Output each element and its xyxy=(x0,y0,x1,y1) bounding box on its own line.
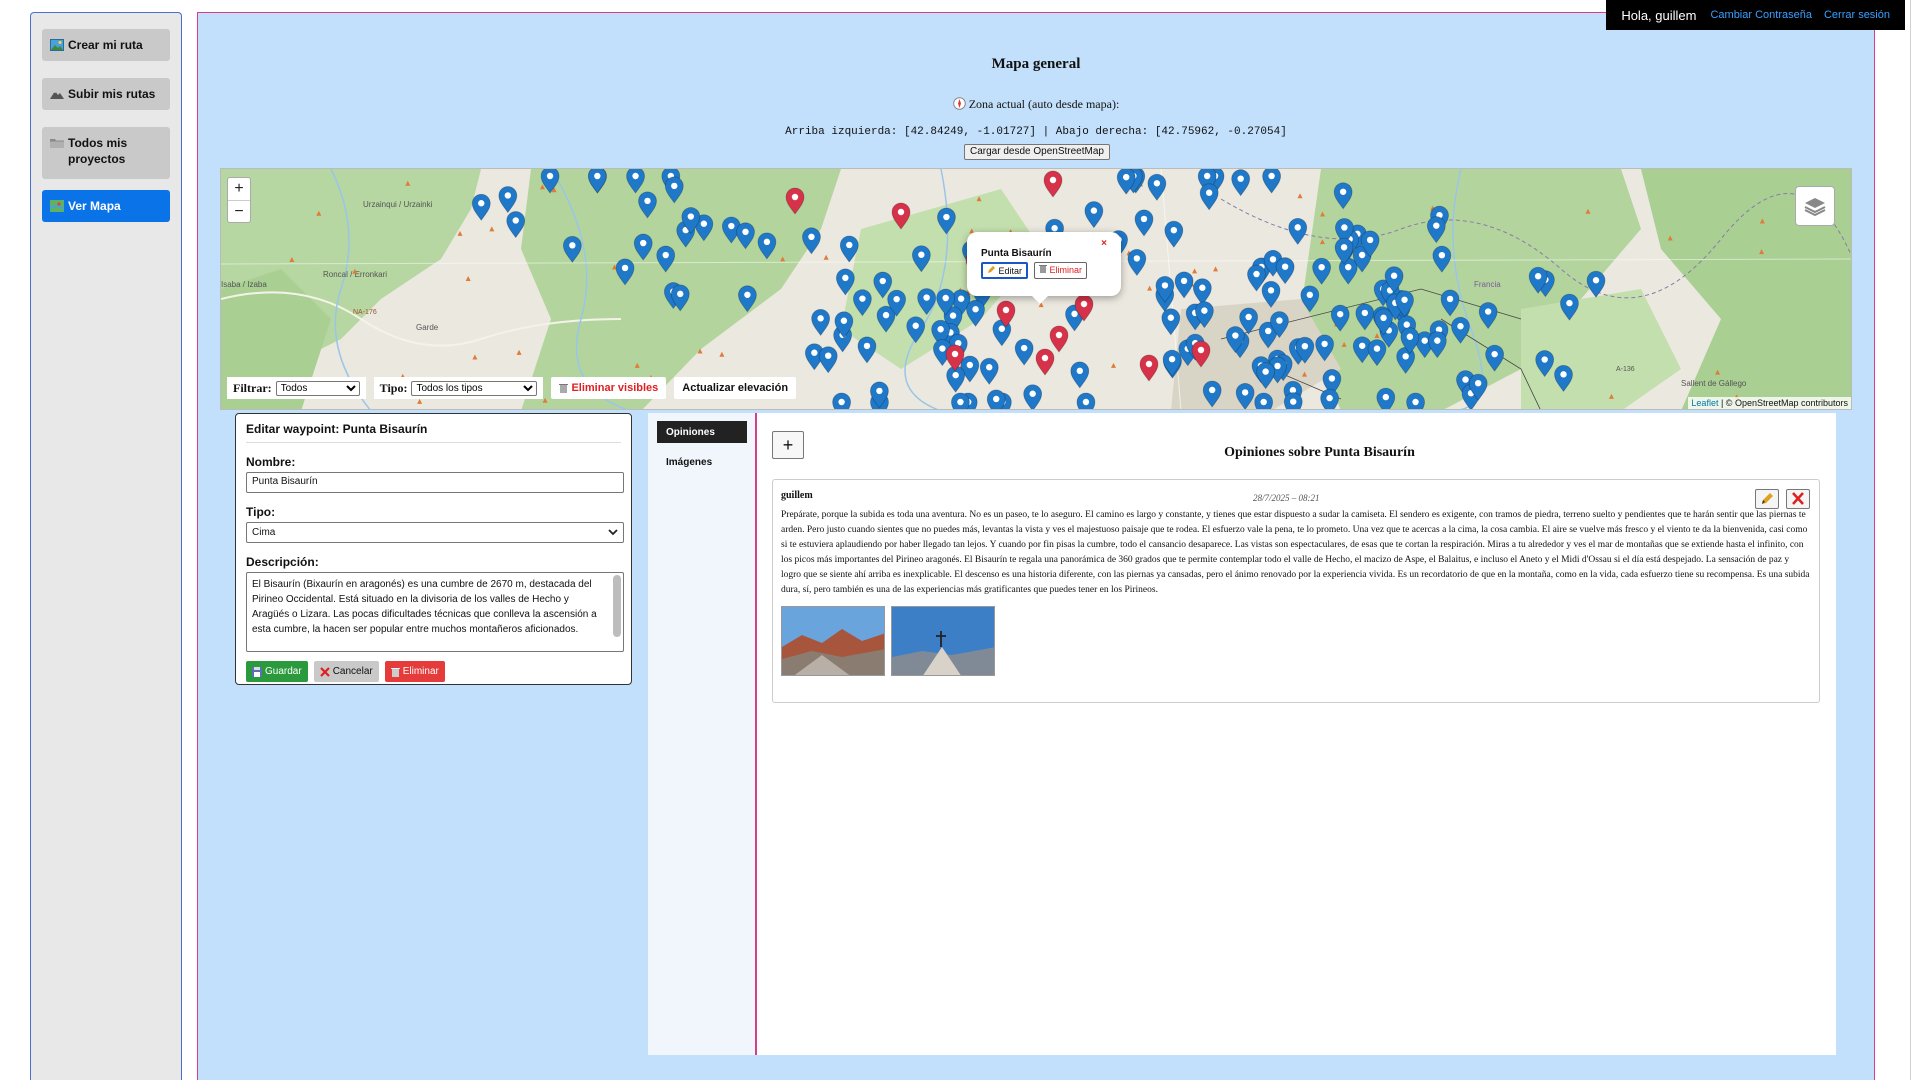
compass-icon xyxy=(952,97,966,110)
pencil-icon xyxy=(1762,493,1773,504)
greeting: Hola, guillem xyxy=(1621,7,1697,23)
trash-icon xyxy=(390,667,400,677)
page-title: Mapa general xyxy=(991,56,1081,72)
delete-opinion-button[interactable] xyxy=(1786,489,1810,509)
opinions-panel: Opiniones Imágenes + Opiniones sobre Pun… xyxy=(648,413,1836,1055)
mountain-photo xyxy=(782,607,884,675)
add-opinion-button[interactable]: + xyxy=(772,431,804,459)
filter-select[interactable]: Todos xyxy=(275,380,360,396)
edit-opinion-button[interactable] xyxy=(1755,489,1779,509)
popup-close-button[interactable]: × xyxy=(1101,238,1107,249)
waypoint-marker[interactable] xyxy=(986,389,1006,410)
opinions-title: Opiniones sobre Punta Bisaurín xyxy=(1224,445,1415,460)
pencil-icon xyxy=(988,266,995,273)
zoom-out-button[interactable]: − xyxy=(228,200,250,222)
opinion-text: Prepárate, porque la subida es toda una … xyxy=(781,510,1810,595)
trash-icon xyxy=(559,384,569,393)
save-button[interactable]: Guardar xyxy=(246,661,308,682)
user-bar: Hola, guillem Cambiar Contraseña Cerrar … xyxy=(1606,0,1905,30)
image-icon xyxy=(50,39,64,51)
map-toolbar: Filtrar: Todos Tipo: Todos los tipos Eli… xyxy=(227,377,797,399)
sidebar-item-upload-routes[interactable]: Subir mis rutas xyxy=(42,78,170,110)
map-place-label: Urzainqui / Urzainki xyxy=(363,200,433,209)
filter-label: Filtrar: xyxy=(233,380,272,395)
popup-edit-button[interactable]: Editar xyxy=(981,262,1029,279)
map-place-label: Sallent de Gállego xyxy=(1681,379,1747,388)
opinion-photo-thumbnail[interactable] xyxy=(891,606,995,676)
waypoint-marker[interactable] xyxy=(1076,392,1096,410)
opinion-card: guillem 28/7/2025 – 08:21 Prepárate, por… xyxy=(772,479,1820,703)
type-select[interactable]: Todos los tipos xyxy=(411,380,538,396)
waypoint-marker[interactable] xyxy=(1283,392,1303,410)
name-input[interactable]: Punta Bisaurín xyxy=(246,472,624,493)
description-textarea[interactable]: El Bisaurín (Bixaurín en aragonés) es un… xyxy=(246,572,624,652)
map-icon xyxy=(50,200,64,212)
sidebar-item-all-projects[interactable]: Todos mis proyectos xyxy=(42,127,170,179)
filter-control: Filtrar: Todos xyxy=(227,377,366,399)
change-password-link[interactable]: Cambiar Contraseña xyxy=(1710,9,1812,21)
type-label: Tipo: xyxy=(379,380,408,395)
zoom-control: + − xyxy=(227,177,251,223)
map-place-label: A-136 xyxy=(1616,366,1635,373)
close-icon xyxy=(319,666,330,677)
name-label: Nombre: xyxy=(246,455,296,469)
map-place-label: Garde xyxy=(416,323,439,332)
trash-icon xyxy=(1039,265,1048,273)
sidebar-item-create-route[interactable]: Crear mi ruta xyxy=(42,29,170,61)
type-label: Tipo: xyxy=(246,505,276,519)
layers-icon xyxy=(1804,198,1826,217)
summit-photo xyxy=(892,607,994,675)
update-elevation-button[interactable]: Actualizar elevación xyxy=(674,377,797,399)
delete-button[interactable]: Eliminar xyxy=(384,661,445,682)
main-panel: Mapa general Zona actual (auto desde map… xyxy=(197,12,1875,1080)
zoom-in-button[interactable]: + xyxy=(228,178,250,200)
map-place-label: NA-176 xyxy=(353,309,377,316)
sidebar: Crear mi ruta Subir mis rutas Todos mis … xyxy=(30,12,182,1080)
sidebar-item-label: Ver Mapa xyxy=(68,199,121,213)
layers-button[interactable] xyxy=(1795,186,1835,226)
marker-popup: × Punta Bisaurín Editar Eliminar xyxy=(967,232,1121,304)
edit-waypoint-title: Editar waypoint: Punta Bisaurín xyxy=(246,422,621,443)
tab-images[interactable]: Imágenes xyxy=(657,451,747,473)
sidebar-item-label: Todos mis proyectos xyxy=(68,136,128,166)
type-select[interactable]: Cima xyxy=(246,522,624,543)
map-place-label: Isaba / Izaba xyxy=(221,280,267,289)
waypoint-marker[interactable] xyxy=(1320,388,1340,410)
folder-icon xyxy=(50,139,64,148)
description-label: Descripción: xyxy=(246,555,319,569)
load-osm-button[interactable]: Cargar desde OpenStreetMap xyxy=(964,144,1110,160)
close-icon xyxy=(1792,492,1804,505)
opinions-tabs: Opiniones Imágenes xyxy=(648,413,757,1055)
waypoint-marker[interactable] xyxy=(951,392,970,410)
chevron-down-icon xyxy=(608,529,618,536)
floppy-icon xyxy=(252,666,262,677)
opinion-date: 28/7/2025 – 08:21 xyxy=(1253,493,1320,503)
textarea-scrollbar[interactable] xyxy=(613,575,621,637)
leaflet-link[interactable]: Leaflet xyxy=(1691,398,1718,408)
waypoint-marker[interactable] xyxy=(832,392,851,410)
sidebar-item-label: Crear mi ruta xyxy=(68,38,143,52)
map-attribution: Leaflet | © OpenStreetMap contributors xyxy=(1688,397,1851,409)
sidebar-item-label: Subir mis rutas xyxy=(68,87,156,101)
current-zone-label: Zona actual (auto desde mapa): xyxy=(198,97,1874,112)
delete-visible-button[interactable]: Eliminar visibles xyxy=(551,377,667,399)
popup-title: Punta Bisaurín xyxy=(981,248,1052,259)
sidebar-item-view-map[interactable]: Ver Mapa xyxy=(42,190,170,222)
edit-waypoint-panel: Editar waypoint: Punta Bisaurín Nombre: … xyxy=(235,413,632,685)
mountain-icon xyxy=(50,91,64,99)
zone-coordinates: Arriba izquierda: [42.84249, -1.01727] |… xyxy=(785,126,1287,138)
map-place-label: Francia xyxy=(1474,280,1501,289)
popup-delete-button[interactable]: Eliminar xyxy=(1034,262,1088,279)
cancel-button[interactable]: Cancelar xyxy=(313,661,379,682)
waypoint-marker[interactable] xyxy=(1406,392,1425,410)
tab-opinions[interactable]: Opiniones xyxy=(657,421,747,443)
opinion-photo-thumbnail[interactable] xyxy=(781,606,885,676)
osm-attribution: | © OpenStreetMap contributors xyxy=(1720,398,1848,408)
window-scrollbar[interactable] xyxy=(1910,0,1911,1080)
logout-link[interactable]: Cerrar sesión xyxy=(1824,9,1890,21)
waypoint-marker[interactable] xyxy=(1254,392,1274,410)
map[interactable]: Urzainqui / Urzainki Roncal / Erronkari … xyxy=(220,168,1852,410)
type-control: Tipo: Todos los tipos xyxy=(373,377,544,399)
